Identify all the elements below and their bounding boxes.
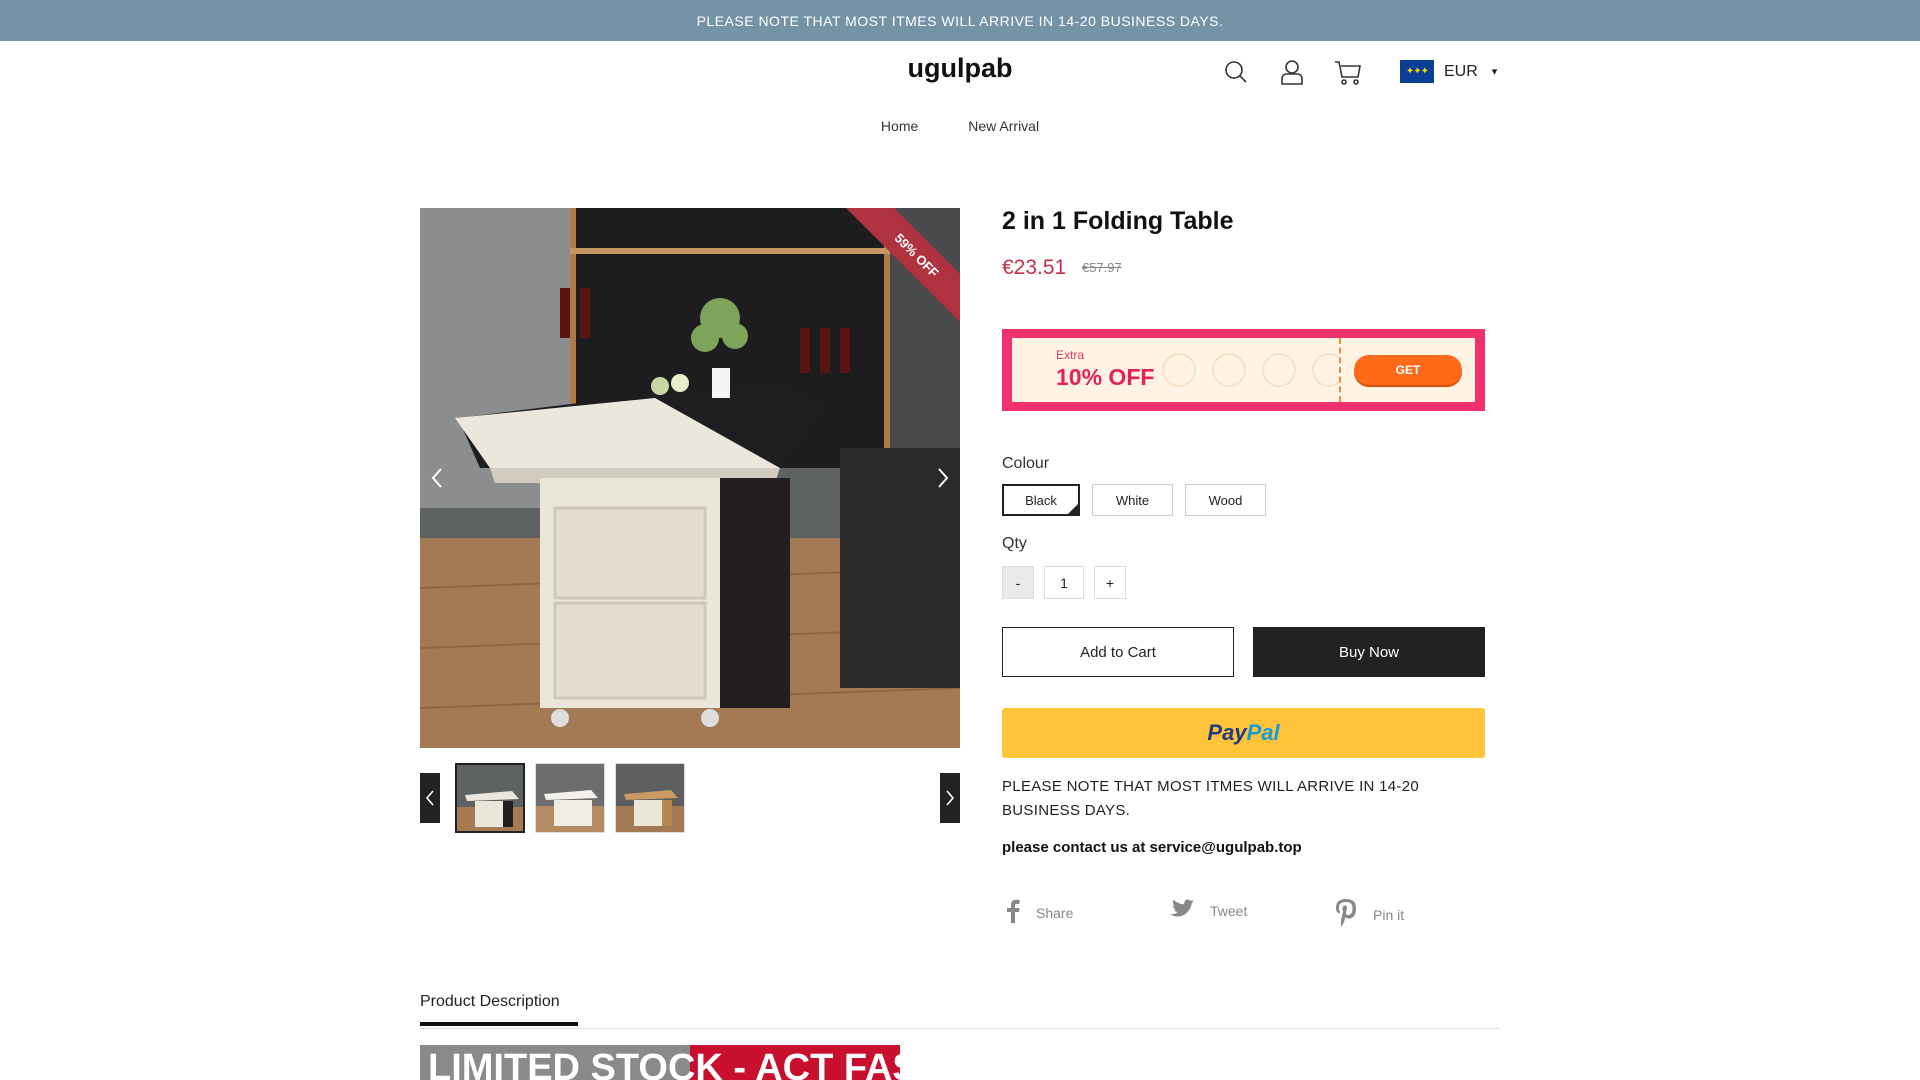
tab-divider — [420, 1028, 1500, 1029]
share-twitter[interactable]: Tweet — [1170, 899, 1247, 922]
qty-increase-button[interactable]: + — [1094, 566, 1126, 599]
coupon-discount: 10% OFF — [1056, 364, 1155, 390]
product-title: 2 in 1 Folding Table — [1002, 207, 1234, 235]
product-price: €23.51 — [1002, 256, 1067, 279]
coupon-ticket: Extra 10% OFF GET — [1012, 338, 1475, 402]
selected-check-icon — [1067, 503, 1079, 515]
share-pinterest[interactable]: Pin it — [1335, 899, 1404, 930]
pinterest-icon — [1335, 899, 1357, 930]
coupon-decor-icon — [1262, 353, 1296, 387]
contact-note: please contact us at service@ugulpab.top — [1002, 839, 1302, 856]
share-facebook[interactable]: Share — [1006, 899, 1073, 926]
shipping-note: PLEASE NOTE THAT MOST ITMES WILL ARRIVE … — [1002, 778, 1420, 819]
thumbnail-black[interactable] — [455, 763, 525, 833]
account-icon[interactable] — [1278, 58, 1306, 86]
paypal-button[interactable]: Pay Pal — [1002, 708, 1485, 758]
colour-option-white[interactable]: White — [1092, 484, 1173, 516]
currency-selector[interactable]: ✦✦✦ EUR ▾ — [1400, 60, 1497, 83]
share-label: Tweet — [1210, 902, 1248, 919]
chevron-down-icon: ▾ — [1491, 66, 1498, 78]
paypal-logo-pal: Pal — [1246, 720, 1280, 745]
coupon-decor-icon — [1312, 353, 1339, 387]
thumb-prev-arrow-icon[interactable] — [420, 773, 440, 823]
currency-label: EUR — [1444, 62, 1478, 80]
colour-option-label: White — [1115, 492, 1150, 508]
colour-option-wood[interactable]: Wood — [1185, 484, 1266, 516]
product-main-image[interactable]: 59% OFF — [420, 208, 960, 748]
paypal-logo-pay: Pay — [1207, 720, 1247, 745]
folding-table-photo — [420, 208, 960, 748]
nav-item-new-arrival[interactable]: New Arrival — [968, 118, 1039, 134]
coupon-decor-icon — [1162, 353, 1196, 387]
colour-option-black[interactable]: Black — [1002, 484, 1080, 516]
compare-price: €57.97 — [1082, 260, 1122, 275]
eu-flag-icon: ✦✦✦ — [1400, 60, 1434, 83]
facebook-icon — [1006, 899, 1020, 926]
coupon-info: Extra 10% OFF — [1012, 338, 1341, 402]
main-nav: Home New Arrival — [0, 118, 1920, 134]
nav-item-home[interactable]: Home — [881, 118, 918, 134]
tab-active-indicator — [420, 1022, 578, 1026]
coupon-action: GET — [1341, 338, 1475, 402]
coupon-get-button[interactable]: GET — [1354, 355, 1462, 385]
colour-option-label: Black — [1025, 492, 1057, 508]
buy-now-button[interactable]: Buy Now — [1253, 627, 1485, 677]
thumbnail-white[interactable] — [535, 763, 605, 833]
coupon-banner: Extra 10% OFF GET — [1002, 329, 1485, 411]
qty-input[interactable]: 1 — [1044, 566, 1084, 599]
tab-product-description[interactable]: Product Description — [420, 993, 560, 1011]
share-label: Pin it — [1373, 906, 1405, 923]
share-label: Share — [1036, 904, 1074, 921]
thumb-next-arrow-icon[interactable] — [940, 773, 960, 823]
limited-stock-banner: LIMITED STOCK - ACT FAST! — [420, 1045, 900, 1080]
search-icon[interactable] — [1222, 58, 1250, 86]
coupon-extra-label: Extra — [1056, 348, 1085, 362]
colour-option-label: Wood — [1208, 492, 1243, 508]
announcement-bar: PLEASE NOTE THAT MOST ITMES WILL ARRIVE … — [0, 0, 1920, 41]
site-logo: ugulpab — [0, 53, 1920, 84]
thumbnail-wood[interactable] — [615, 763, 685, 833]
cart-icon[interactable] — [1334, 58, 1362, 86]
image-prev-arrow-icon[interactable] — [420, 453, 454, 503]
announcement-text: PLEASE NOTE THAT MOST ITMES WILL ARRIVE … — [696, 12, 1224, 29]
colour-label: Colour — [1002, 455, 1050, 472]
qty-label: Qty — [1002, 535, 1027, 552]
twitter-icon — [1170, 899, 1194, 922]
qty-decrease-button[interactable]: - — [1002, 566, 1034, 599]
image-next-arrow-icon[interactable] — [926, 453, 960, 503]
add-to-cart-button[interactable]: Add to Cart — [1002, 627, 1234, 677]
banner-text: LIMITED STOCK - ACT FAST! — [428, 1047, 900, 1080]
coupon-decor-icon — [1212, 353, 1246, 387]
logo-text[interactable]: ugulpab — [908, 53, 1013, 83]
